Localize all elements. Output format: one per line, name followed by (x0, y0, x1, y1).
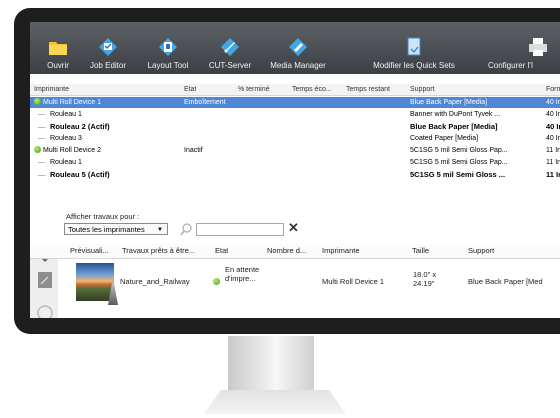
col-percent[interactable]: % terminé (238, 84, 270, 95)
layout-tool-icon (159, 38, 177, 56)
roll-support: Blue Back Paper [Media] (410, 122, 498, 131)
main-toolbar: Ouvrir Job Editor Layout Tool CUT-Server… (30, 22, 560, 74)
printer-filter-value: Toutes les imprimantes (68, 225, 145, 234)
printer-row[interactable]: Multi Roll Device 1 Emboîtement Blue Bac… (30, 97, 560, 108)
col-job-printer[interactable]: Imprimante (322, 244, 360, 258)
tree-branch: — (38, 170, 46, 179)
layout-tool-button[interactable]: Layout Tool (142, 22, 194, 74)
layout-tool-label: Layout Tool (147, 61, 189, 70)
quick-sets-label: Modifier les Quick Sets (373, 61, 455, 70)
col-ready-jobs[interactable]: Travaux prêts à être... (122, 244, 195, 258)
printer-format: 40 In (546, 99, 560, 106)
col-support[interactable]: Support (410, 84, 435, 95)
history-icon[interactable] (37, 304, 53, 318)
col-size[interactable]: Taille (412, 244, 429, 258)
roll-name: Rouleau 5 (Actif) (50, 170, 110, 179)
job-support: Blue Back Paper [Med (468, 277, 543, 286)
folder-icon (49, 42, 67, 55)
printer-filter-select[interactable]: Toutes les imprimantes ▼ (64, 223, 168, 235)
col-preview[interactable]: Prévisuali... (70, 244, 109, 258)
status-ok-icon (34, 146, 41, 153)
printer-support: 5C1SG 5 mil Semi Gloss Pap... (410, 147, 508, 154)
media-manager-label: Media Manager (270, 61, 326, 70)
roll-support: Coated Paper [Media] (410, 135, 479, 142)
open-button[interactable]: Ouvrir (36, 22, 80, 74)
cut-server-label: CUT-Server (208, 61, 252, 70)
roll-name: Rouleau 3 (50, 135, 82, 142)
quick-sets-button[interactable]: Modifier les Quick Sets (366, 22, 462, 74)
printer-state: Emboîtement (184, 99, 226, 106)
chevron-down-icon: ▼ (157, 227, 163, 233)
railway-graphic (108, 283, 118, 305)
media-manager-icon (289, 38, 307, 56)
col-count[interactable]: Nombre d... (267, 244, 306, 258)
media-manager-button[interactable]: Media Manager (266, 22, 330, 74)
roll-row[interactable]: — Rouleau 1 Banner with DuPont Tyvek ...… (30, 109, 560, 120)
job-preview-thumbnail (76, 263, 118, 305)
roll-row[interactable]: — Rouleau 5 (Actif) 5C1SG 5 mil Semi Glo… (30, 169, 560, 180)
configure-printer-label: Configurer l'I (488, 61, 534, 70)
search-input[interactable] (196, 223, 284, 236)
document-icon[interactable] (38, 272, 52, 288)
roll-format: 11 In (546, 170, 560, 179)
printer-icon (529, 38, 547, 56)
roll-format: 40 In (546, 122, 560, 131)
status-ok-icon (213, 277, 222, 286)
roll-name: Rouleau 1 (50, 111, 82, 118)
job-printer: Multi Roll Device 1 (322, 277, 385, 286)
printer-support: Blue Back Paper [Media] (410, 99, 488, 106)
job-editor-icon (99, 38, 117, 56)
tree-branch: — (38, 122, 46, 131)
open-label: Ouvrir (47, 61, 69, 70)
jobs-table-header: Prévisuali... Travaux prêts à être... Et… (30, 244, 560, 259)
roll-row[interactable]: — Rouleau 3 Coated Paper [Media] 40 In (30, 133, 560, 144)
roll-name: Rouleau 1 (50, 159, 82, 166)
roll-row[interactable]: — Rouleau 2 (Actif) Blue Back Paper [Med… (30, 121, 560, 132)
tree-branch: — (38, 111, 45, 118)
col-state[interactable]: Etat (184, 84, 196, 95)
col-time-elapsed[interactable]: Temps éco... (292, 84, 332, 95)
job-name: Nature_and_Railway (120, 277, 190, 286)
roll-format: 40 In (546, 111, 560, 118)
roll-support: Banner with DuPont Tyvek ... (410, 111, 501, 118)
cut-server-button[interactable]: CUT-Server (204, 22, 256, 74)
col-job-support[interactable]: Support (468, 244, 494, 258)
filter-label: Afficher travaux pour : (66, 212, 140, 221)
printer-format: 11 In (546, 147, 560, 154)
monitor-stand-neck (228, 336, 314, 396)
tree-branch: — (38, 135, 45, 142)
col-time-remaining[interactable]: Temps restant (346, 84, 390, 95)
cut-server-icon (221, 38, 239, 56)
roll-support: 5C1SG 5 mil Semi Gloss Pap... (410, 159, 508, 166)
tree-branch: — (38, 159, 45, 166)
search-icon[interactable] (179, 223, 193, 236)
roll-support: 5C1SG 5 mil Semi Gloss ... (410, 170, 506, 179)
printer-row[interactable]: Multi Roll Device 2 Inactif 5C1SG 5 mil … (30, 145, 560, 156)
job-state: En attente d'impre... (225, 265, 260, 283)
roll-format: 40 In (546, 135, 560, 142)
monitor-stand-base (204, 390, 346, 414)
job-size: 18.0" x 24.19" (413, 270, 437, 288)
printer-name: Multi Roll Device 1 (34, 97, 101, 108)
job-editor-button[interactable]: Job Editor (84, 22, 132, 74)
printer-state: Inactif (184, 147, 203, 154)
job-editor-label: Job Editor (89, 61, 127, 70)
roll-format: 11 In (546, 159, 560, 166)
quick-sets-icon (407, 37, 421, 56)
col-printer[interactable]: Imprimante (34, 84, 69, 95)
job-row[interactable]: Nature_and_Railway En attente d'impre...… (58, 259, 560, 307)
printers-table-header: Imprimante Etat % terminé Temps éco... T… (30, 84, 560, 96)
roll-name: Rouleau 2 (Actif) (50, 122, 110, 131)
app-window: Ouvrir Job Editor Layout Tool CUT-Server… (30, 22, 560, 318)
clear-search-icon[interactable]: ✕ (288, 220, 299, 236)
status-ok-icon (34, 98, 41, 105)
configure-printer-button[interactable]: Configurer l'I (488, 22, 560, 74)
printer-name: Multi Roll Device 2 (34, 145, 101, 156)
col-format[interactable]: Form (546, 84, 560, 95)
roll-row[interactable]: — Rouleau 1 5C1SG 5 mil Semi Gloss Pap..… (30, 157, 560, 168)
col-job-state[interactable]: Etat (215, 244, 228, 258)
